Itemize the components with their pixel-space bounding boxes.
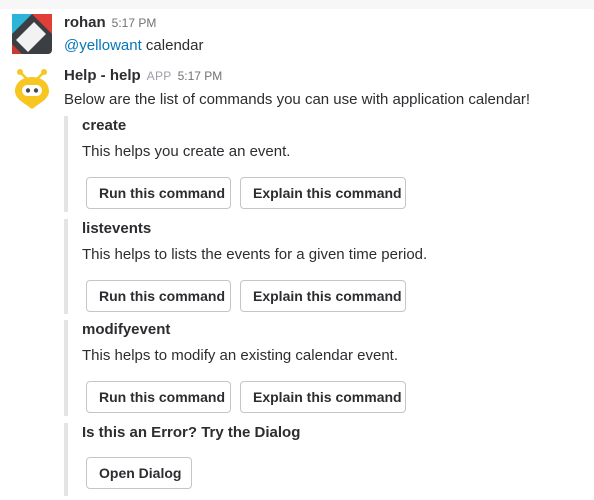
message-header: Help - help APP 5:17 PM — [64, 66, 222, 86]
message-timestamp[interactable]: 5:17 PM — [178, 69, 223, 83]
explain-command-button[interactable]: Explain this command — [240, 177, 406, 209]
attachments-list: create This helps you create an event. R… — [64, 116, 584, 496]
attachment-text: This helps to modify an existing calenda… — [82, 347, 399, 364]
rohan-avatar-icon[interactable] — [12, 14, 52, 54]
attachment-text: This helps you create an event. — [82, 143, 291, 160]
message-header: rohan 5:17 PM — [64, 13, 156, 33]
app-badge: APP — [146, 69, 172, 83]
run-command-button[interactable]: Run this command — [86, 177, 231, 209]
message-timestamp[interactable]: 5:17 PM — [112, 16, 157, 30]
message-text: Below are the list of commands you can u… — [64, 91, 531, 108]
open-dialog-button[interactable]: Open Dialog — [86, 457, 192, 489]
attachment-modifyevent: modifyevent This helps to modify an exis… — [64, 320, 584, 416]
attachment-title: modifyevent — [82, 321, 171, 338]
attachment-dialog: Is this an Error? Try the Dialog Open Di… — [64, 423, 584, 496]
author-name[interactable]: rohan — [64, 14, 106, 31]
attachment-listevents: listevents This helps to lists the event… — [64, 219, 584, 314]
attachment-create: create This helps you create an event. R… — [64, 116, 584, 212]
yellowant-bot-icon[interactable] — [13, 66, 51, 110]
message-text-rest: calendar — [141, 37, 204, 54]
attachment-title: create — [82, 117, 127, 134]
explain-command-button[interactable]: Explain this command — [240, 280, 406, 312]
bot-author-name[interactable]: Help - help — [64, 67, 141, 84]
explain-command-button[interactable]: Explain this command — [240, 381, 406, 413]
attachment-text: This helps to lists the events for a giv… — [82, 246, 428, 263]
run-command-button[interactable]: Run this command — [86, 280, 231, 312]
run-command-button[interactable]: Run this command — [86, 381, 231, 413]
user-mention-link[interactable]: @yellowant — [64, 37, 142, 54]
attachment-title: listevents — [82, 220, 152, 237]
message-text: @yellowant calendar — [64, 36, 203, 56]
previous-message-strip — [0, 0, 594, 9]
attachment-title: Is this an Error? Try the Dialog — [82, 424, 301, 441]
